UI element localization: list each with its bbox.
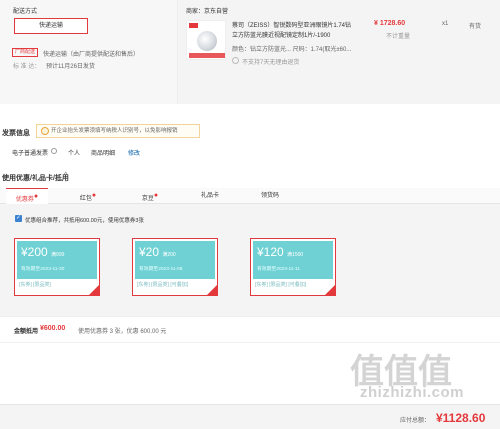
coupon-tags: [东券] [限品类] [可叠加] bbox=[255, 282, 307, 288]
tab-pickup-code[interactable]: 领货码 bbox=[250, 188, 290, 204]
shipping-desc: 快递运输（由厂商提供配送和售后） bbox=[43, 52, 140, 58]
divider bbox=[0, 342, 500, 343]
tip-bulb-icon bbox=[41, 127, 49, 135]
summary-detail: 使用优惠券 3 张，优惠 600.00 元 bbox=[78, 329, 167, 335]
product-title-line1[interactable]: 蔡司（ZEISS）智锐数码型亚洲眼镜片1.74钻 bbox=[232, 20, 351, 29]
product-spec: 颜色：钻立方防蓝光... 尺码：1.74(取光±60... bbox=[232, 47, 352, 53]
coupon-face: ¥200 满999 有效期至2023-11-30 bbox=[17, 241, 97, 279]
summary-label: 金额抵用 bbox=[14, 329, 39, 335]
brand-badge-icon bbox=[189, 23, 198, 28]
stock-status: 有货 bbox=[469, 24, 482, 30]
coupon-amount: ¥120 满1500 bbox=[257, 245, 304, 259]
return-note: 不支持7天无理由退货 bbox=[242, 60, 300, 66]
collapse-chevron-icon[interactable]: ^ bbox=[64, 172, 67, 179]
payable-label: 应付总额： bbox=[400, 418, 431, 424]
product-title-line2[interactable]: 立方防蓝光膜近视配镜定制1片/-1900 bbox=[232, 30, 330, 39]
coupon-face: ¥120 满1500 有效期至2023-11-11 bbox=[253, 241, 333, 279]
product-qty: x1 bbox=[442, 21, 449, 27]
coupon-date: 有效期至2023-11-08 bbox=[139, 267, 183, 272]
payment-bar: 应付总额： ¥1128.60 bbox=[0, 404, 500, 429]
delivery-time-label: 标 准 达： bbox=[13, 64, 41, 70]
shipping-column: 配送方式 快递运输 厂商配送 快递运输（由厂商提供配送和售后） 标 准 达： 预… bbox=[0, 0, 178, 104]
watermark-url: zhizhizhi.com bbox=[360, 384, 464, 401]
lens-image-icon bbox=[197, 31, 217, 51]
info-icon[interactable] bbox=[51, 148, 57, 154]
seller-label: 商家： bbox=[186, 9, 205, 15]
coupon-amount: ¥20 满200 bbox=[139, 245, 176, 259]
coupon-amount: ¥200 满999 bbox=[21, 245, 65, 259]
invoice-notice-text: 开企业抬头发票须填写纳税人识别号，以免影响报销 bbox=[51, 128, 178, 134]
coupon-card[interactable]: ¥20 满200 有效期至2023-11-08 [东券] [限品类] [可叠加] bbox=[132, 238, 218, 296]
invoice-title: 个人 bbox=[68, 151, 81, 157]
discount-summary: 金额抵用 ¥600.00 使用优惠券 3 张，优惠 600.00 元 bbox=[0, 316, 500, 342]
product-thumbnail[interactable] bbox=[186, 20, 226, 60]
payable-total: ¥1128.60 bbox=[436, 411, 486, 425]
coupon-tags: [东券] [限品类] bbox=[19, 282, 51, 288]
invoice-content: 商品明细 bbox=[91, 151, 116, 157]
coupon-face: ¥20 满200 有效期至2023-11-08 bbox=[135, 241, 215, 279]
coupon-card[interactable]: ¥200 满999 有效期至2023-11-30 [东券] [限品类] bbox=[14, 238, 100, 296]
coupon-date: 有效期至2023-11-11 bbox=[257, 267, 301, 272]
product-price: ¥ 1728.60 bbox=[374, 20, 406, 27]
tab-red-packet[interactable]: 红包● bbox=[68, 188, 108, 204]
selected-corner-icon bbox=[325, 285, 335, 295]
combo-checkbox[interactable]: ✓ bbox=[15, 215, 22, 222]
coupon-tabs: 优惠券● 红包● 京豆● 礼品卡 领货码 bbox=[0, 188, 500, 204]
seller-name[interactable]: 京东自营 bbox=[204, 6, 228, 15]
delivery-time-value: 预计11月26日发货 bbox=[46, 64, 95, 70]
combo-text: 优惠组合推荐，共抵用600.00元，使用优惠券3张 bbox=[25, 218, 144, 224]
invoice-type: 电子普通发票 bbox=[12, 151, 49, 157]
tab-jingdou[interactable]: 京豆● bbox=[130, 188, 170, 204]
invoice-notice: 开企业抬头发票须填写纳税人识别号，以免影响报销 bbox=[36, 124, 200, 138]
summary-amount: ¥600.00 bbox=[40, 325, 66, 332]
coupons-heading: 使用优惠/礼品卡/抵用 bbox=[2, 175, 69, 182]
coupon-tags: [东券] [限品类] [可叠加] bbox=[137, 282, 189, 288]
no-return-icon bbox=[232, 57, 239, 64]
product-weight: 不计重量 bbox=[386, 34, 411, 40]
coupon-date: 有效期至2023-11-30 bbox=[21, 267, 65, 272]
tab-gift-card[interactable]: 礼品卡 bbox=[190, 188, 230, 204]
coupon-list-area: ✓ 优惠组合推荐，共抵用600.00元，使用优惠券3张 ¥200 满999 有效… bbox=[0, 204, 500, 316]
vendor-delivery-tag: 厂商配送 bbox=[12, 48, 39, 57]
tab-coupons[interactable]: 优惠券● bbox=[6, 188, 48, 204]
shipping-option-button[interactable]: 快递运输 bbox=[14, 18, 88, 34]
invoice-edit-link[interactable]: 修改 bbox=[128, 148, 140, 157]
coupon-card[interactable]: ¥120 满1500 有效期至2023-11-11 [东券] [限品类] [可叠… bbox=[250, 238, 336, 296]
shipping-label: 配送方式 bbox=[13, 9, 38, 15]
selected-corner-icon bbox=[89, 285, 99, 295]
order-item-panel: 配送方式 快递运输 厂商配送 快递运输（由厂商提供配送和售后） 标 准 达： 预… bbox=[0, 0, 500, 104]
promo-strip-icon bbox=[189, 53, 225, 58]
selected-corner-icon bbox=[207, 285, 217, 295]
invoice-heading: 发票信息 bbox=[2, 130, 30, 137]
